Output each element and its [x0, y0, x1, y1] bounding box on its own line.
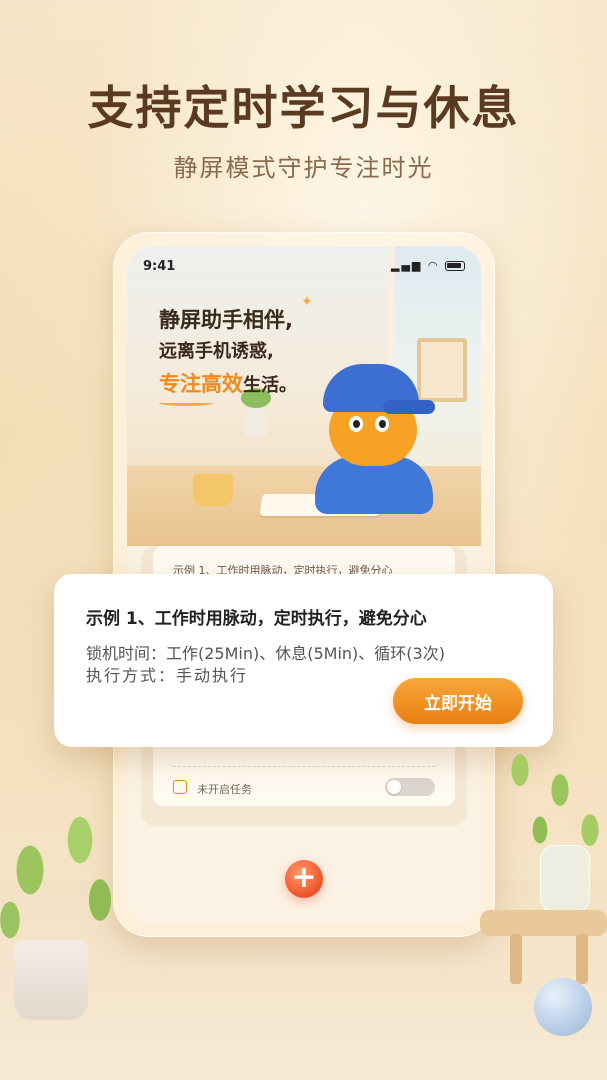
side-table [480, 910, 607, 936]
decor-ball [534, 978, 592, 1036]
hero-accent-text: 专注高效 [159, 372, 243, 396]
hero-line-1: 静屏助手相伴, [159, 308, 293, 332]
task-toggle[interactable] [385, 778, 435, 796]
hero-line-3-rest: 生活。 [243, 375, 297, 396]
mascot-cap-brim [383, 400, 435, 414]
mascot-illustration [309, 364, 439, 514]
side-table-leg [576, 934, 588, 984]
side-table-leg [510, 934, 522, 984]
task-status-label: 未开启任务 [197, 783, 252, 796]
status-bar-icons: ▂▄▆ ◠ [391, 259, 465, 272]
hero-line-3: 专注高效生活。 [159, 368, 297, 402]
mascot-eye-left [349, 416, 363, 432]
execution-mode-text: 执行方式：手动执行 [86, 666, 249, 685]
small-plant-illustration [241, 388, 271, 436]
battery-icon [445, 261, 465, 271]
promo-headline: 支持定时学习与休息 [87, 81, 520, 135]
mug-illustration [193, 474, 233, 506]
task-detail-title: 示例 1、工作时用脉动，定时执行，避免分心 [86, 609, 427, 629]
plant-leaves-left [0, 800, 130, 950]
glass-vase [540, 845, 590, 915]
task-card-divider [173, 766, 435, 767]
sparkle-icon: ✦ [301, 294, 313, 310]
status-bar-time: 9:41 [143, 259, 176, 274]
signal-icon: ▂▄▆ [391, 259, 423, 272]
task-detail-card: 示例 1、工作时用脉动，定时执行，避免分心 锁机时间：工作(25Min)、休息(… [54, 574, 553, 747]
mascot-eye-right [375, 416, 389, 432]
hero-slogan: 静屏助手相伴, 远离手机诱惑, 专注高效生活。 [159, 304, 297, 402]
promo-subheadline: 静屏模式守护专注时光 [173, 154, 434, 182]
calendar-clock-icon [173, 780, 187, 794]
wifi-icon: ◠ [427, 259, 440, 272]
underline-swoosh [159, 400, 213, 406]
hero-line-2: 远离手机诱惑, [159, 341, 274, 362]
toggle-knob [387, 780, 401, 794]
plant-pot-left [14, 940, 88, 1020]
add-task-button[interactable]: + [285, 860, 323, 898]
start-now-button[interactable]: 立即开始 [393, 678, 523, 724]
plant-leaves-right [490, 740, 607, 860]
